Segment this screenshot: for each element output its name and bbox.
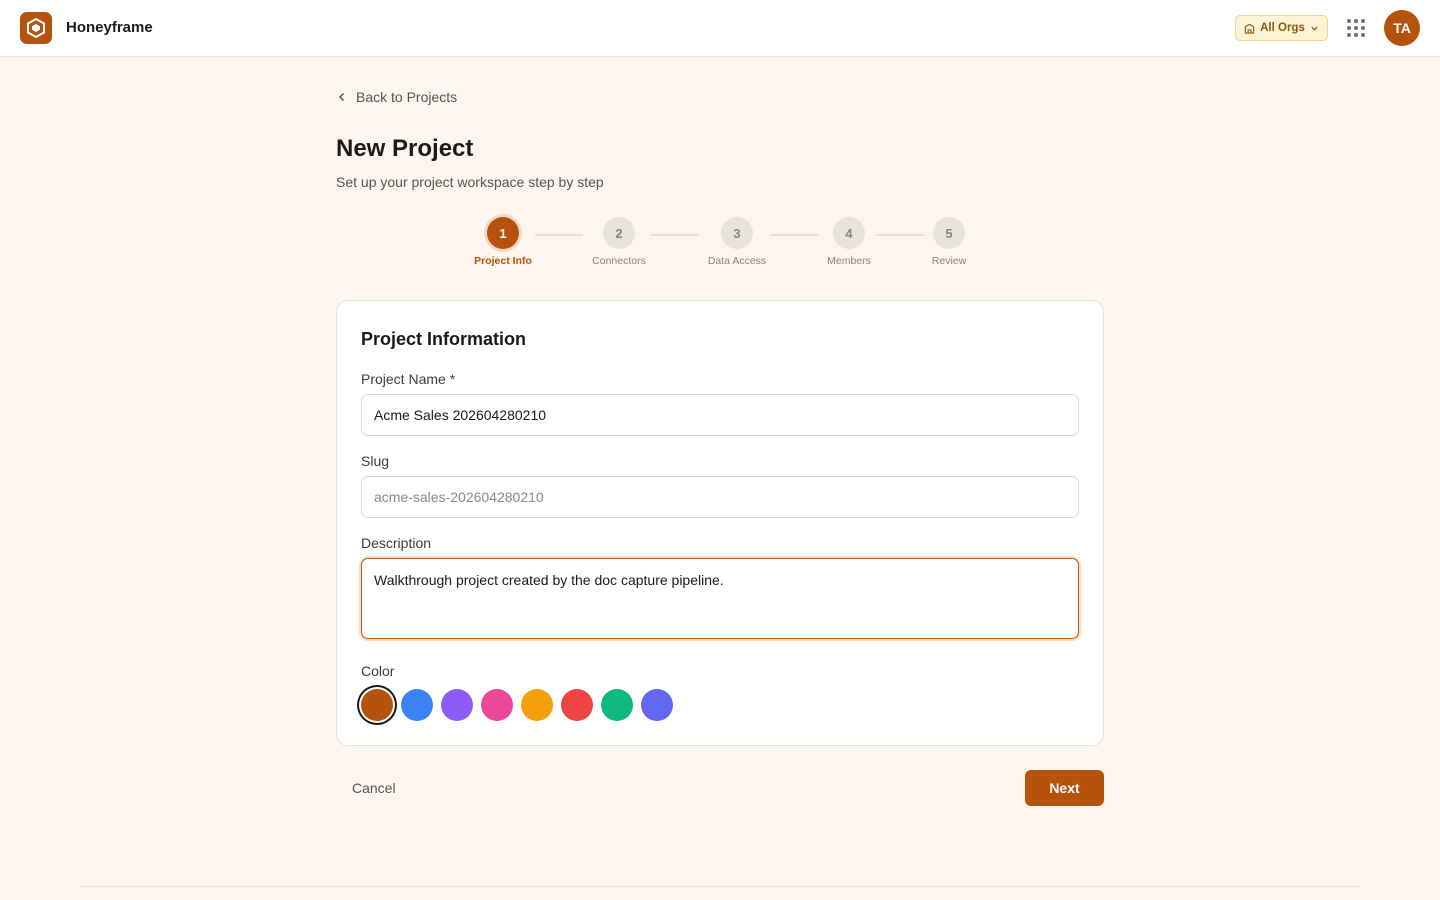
org-switcher-button[interactable]: All Orgs (1235, 15, 1328, 41)
step-project-info[interactable]: 1 Project Info (463, 217, 543, 267)
description-label: Description (361, 535, 432, 551)
color-swatch-pink[interactable] (481, 689, 513, 721)
project-name-input[interactable] (361, 394, 1079, 436)
page-subtitle: Set up your project workspace step by st… (336, 174, 604, 190)
step-number: 2 (603, 217, 635, 249)
description-textarea[interactable]: Walkthrough project created by the doc c… (361, 558, 1079, 639)
org-switcher-label: All Orgs (1260, 22, 1305, 34)
step-data-access[interactable]: 3 Data Access (697, 217, 777, 267)
next-button[interactable]: Next (1025, 770, 1104, 806)
card-title: Project Information (361, 329, 527, 349)
color-swatch-blue[interactable] (401, 689, 433, 721)
page-title: New Project (336, 135, 474, 162)
color-swatch-red[interactable] (561, 689, 593, 721)
step-label: Review (931, 255, 967, 267)
avatar[interactable]: TA (1384, 10, 1420, 46)
apps-grid-icon[interactable] (1344, 16, 1368, 40)
color-swatch-purple[interactable] (441, 689, 473, 721)
chevron-left-icon (338, 92, 345, 102)
color-swatch-green[interactable] (601, 689, 633, 721)
app-name: Honeyframe (66, 19, 153, 36)
step-number: 3 (721, 217, 753, 249)
project-name-label: Project Name * (361, 371, 456, 387)
building-icon (1244, 23, 1255, 34)
step-number: 5 (933, 217, 965, 249)
step-number: 4 (833, 217, 865, 249)
step-review[interactable]: 5 Review (909, 217, 989, 267)
color-swatch-indigo[interactable] (641, 689, 673, 721)
step-members[interactable]: 4 Members (809, 217, 889, 267)
chevron-down-icon (1311, 26, 1318, 31)
back-link-label: Back to Projects (356, 89, 458, 105)
color-label: Color (361, 663, 395, 679)
cancel-button[interactable]: Cancel (336, 770, 412, 806)
step-label: Members (827, 255, 871, 267)
top-bar: Honeyframe All Orgs TA (0, 0, 1440, 57)
step-label: Connectors (592, 255, 646, 267)
project-information-card: Project Information Project Name * Slug … (336, 300, 1104, 746)
slug-label: Slug (361, 453, 390, 469)
step-number: 1 (487, 217, 519, 249)
color-swatch-amber[interactable] (521, 689, 553, 721)
step-label: Project Info (474, 255, 532, 267)
step-connectors[interactable]: 2 Connectors (579, 217, 659, 267)
honeyframe-logo-icon[interactable] (20, 12, 52, 44)
slug-input[interactable] (361, 476, 1079, 518)
color-swatch-brown[interactable] (361, 689, 393, 721)
back-to-projects-link[interactable]: Back to Projects (336, 89, 457, 105)
footer-divider (80, 886, 1360, 887)
step-label: Data Access (707, 255, 767, 267)
